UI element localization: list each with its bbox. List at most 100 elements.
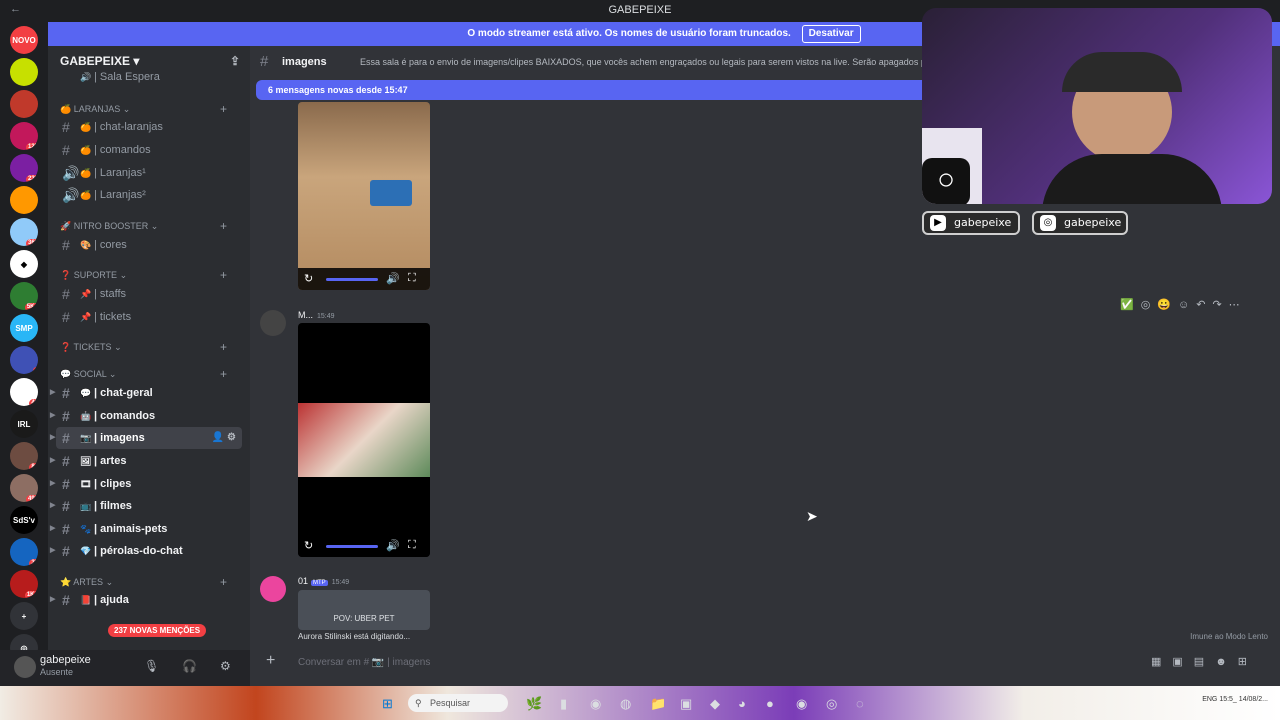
message-input[interactable]: Conversar em # 📷 | imagens: [298, 657, 430, 668]
fullscreen-icon[interactable]: ⛶: [408, 539, 416, 552]
message-composer[interactable]: + Conversar em # 📷 | imagens ▦▣▤☻⊞: [260, 650, 1272, 676]
channel-animais-pets[interactable]: ▶ # 🐾 | animais-pets: [50, 518, 242, 540]
avatar[interactable]: [14, 656, 36, 678]
video-attachment[interactable]: ↻ 🔊 ⛶: [298, 323, 430, 557]
date[interactable]: 14/08/2...: [1239, 696, 1268, 703]
server-icon[interactable]: SMP: [10, 314, 38, 342]
replay-icon[interactable]: ↻: [304, 539, 313, 552]
video-progress-bar[interactable]: [326, 545, 378, 548]
channel-clipes[interactable]: ▶ # 🎞 | clipes: [50, 473, 242, 495]
app-icon[interactable]: ▣: [680, 696, 692, 712]
channel-tickets[interactable]: # 📌 | tickets: [56, 306, 242, 328]
clock[interactable]: 15:5_: [1219, 696, 1237, 703]
server-icon[interactable]: SdS'v: [10, 506, 38, 534]
server-icon[interactable]: 490: [10, 474, 38, 502]
language-indicator[interactable]: ENG: [1202, 696, 1217, 703]
channel-perolas-do-chat[interactable]: ▶ # 💎 | pérolas-do-chat: [50, 540, 242, 562]
server-icon[interactable]: 363: [10, 218, 38, 246]
server-icon[interactable]: ◆: [10, 250, 38, 278]
microphone-icon[interactable]: 🎙: [144, 659, 159, 673]
channel-comandos-social[interactable]: ▶ # 🤖 | comandos: [50, 405, 242, 427]
message-author[interactable]: M...: [298, 310, 313, 320]
windows-start-icon[interactable]: ⊞: [382, 696, 393, 712]
server-icon[interactable]: IRL: [10, 410, 38, 438]
app-icon[interactable]: 🌿: [526, 696, 542, 712]
channel-chat-geral[interactable]: ▶ # 💬 | chat-geral: [50, 382, 242, 404]
server-icon[interactable]: NOVO: [10, 26, 38, 54]
server-icon[interactable]: 32: [10, 538, 38, 566]
server-icon[interactable]: 84: [10, 442, 38, 470]
app-icon[interactable]: ◍: [620, 696, 631, 712]
discord-icon[interactable]: ◕: [738, 696, 746, 711]
avatar[interactable]: [260, 576, 286, 602]
channel-filmes[interactable]: ▶ # 📺 | filmes: [50, 495, 242, 517]
category-nitro-booster[interactable]: 🚀 NITRO BOOSTER ⌄ +: [60, 219, 227, 233]
add-channel-icon[interactable]: +: [220, 219, 227, 233]
chrome-icon[interactable]: ◉: [590, 696, 601, 712]
server-icon[interactable]: 42: [10, 378, 38, 406]
channel-laranjas-2[interactable]: 🔊 🍊 | Laranjas²: [56, 184, 242, 206]
server-icon[interactable]: [10, 58, 38, 86]
category-social[interactable]: 💬 SOCIAL ⌄ +: [60, 367, 227, 381]
message-actions[interactable]: ✅◎😀☺↶↷⋯: [1120, 298, 1247, 311]
replay-icon[interactable]: ↻: [304, 272, 313, 285]
avatar[interactable]: [260, 310, 286, 336]
composer-tools[interactable]: ▦▣▤☻⊞: [1151, 655, 1258, 668]
app-icon[interactable]: ◆: [710, 696, 720, 712]
server-icon[interactable]: [10, 186, 38, 214]
channel-topic[interactable]: Essa sala é para o envio de imagens/clip…: [360, 57, 938, 67]
channel-cores[interactable]: # 🎨 | cores: [56, 234, 242, 256]
gear-icon[interactable]: ⚙: [220, 659, 231, 673]
add-channel-icon[interactable]: +: [220, 340, 227, 354]
channel-laranjas-1[interactable]: 🔊 🍊 | Laranjas¹: [56, 162, 242, 184]
add-channel-icon[interactable]: +: [220, 367, 227, 381]
add-channel-icon[interactable]: +: [220, 102, 227, 116]
category-artes[interactable]: ⭐ ARTES ⌄ +: [60, 575, 227, 589]
system-tray[interactable]: ENG 15:5_ 14/08/2...: [1202, 696, 1268, 703]
add-channel-icon[interactable]: +: [220, 575, 227, 589]
server-icon[interactable]: 1K+: [10, 570, 38, 598]
server-icon[interactable]: 5K+: [10, 282, 38, 310]
video-progress-bar[interactable]: [326, 278, 378, 281]
taskbar-search[interactable]: ⚲ Pesquisar: [408, 694, 508, 712]
channel-ajuda[interactable]: ▶ # 📕 | ajuda: [50, 589, 242, 611]
folder-icon[interactable]: 📁: [650, 696, 666, 712]
spotify-icon[interactable]: ●: [766, 696, 774, 711]
new-mentions-pill[interactable]: 237 NOVAS MENÇÕES: [108, 624, 207, 637]
invite-icon[interactable]: ⇪: [230, 54, 240, 68]
video-attachment[interactable]: ↻ 🔊 ⛶: [298, 102, 430, 290]
unread-arrow-icon: ▶: [50, 596, 56, 603]
new-messages-bar[interactable]: 6 mensagens novas desde 15:47: [256, 80, 956, 100]
volume-icon[interactable]: 🔊: [386, 272, 400, 285]
headset-icon[interactable]: 🎧: [182, 659, 197, 673]
obs-icon[interactable]: ◎: [826, 696, 837, 712]
username[interactable]: gabepeixe: [40, 654, 91, 666]
category-laranjas[interactable]: 🍊 LARANJAS ⌄ +: [60, 102, 227, 116]
app-icon[interactable]: ◌: [856, 696, 864, 711]
message-author[interactable]: 01: [298, 576, 308, 586]
category-suporte[interactable]: ❓ SUPORTE ⌄ +: [60, 268, 227, 282]
channel-staffs[interactable]: # 📌 | staffs: [56, 283, 242, 305]
fullscreen-icon[interactable]: ⛶: [408, 272, 416, 285]
app-icon[interactable]: ◉: [796, 696, 807, 712]
server-icon[interactable]: [10, 90, 38, 118]
channel-imagens[interactable]: ▶ # 📷 | imagens 👤 ⚙: [50, 427, 242, 449]
app-icon[interactable]: ▮: [560, 696, 567, 712]
channel-artes[interactable]: ▶ # 🖼 | artes: [50, 450, 242, 472]
channel-comandos-laranjas[interactable]: # 🍊 | comandos: [56, 139, 242, 161]
server-icon[interactable]: 125: [10, 122, 38, 150]
server-icon[interactable]: +: [10, 602, 38, 630]
channel-chat-laranjas[interactable]: # 🍊 | chat-laranjas: [56, 116, 242, 138]
server-icon[interactable]: 239: [10, 154, 38, 182]
guild-name[interactable]: GABEPEIXE ▾: [60, 54, 139, 68]
server-icon[interactable]: 4: [10, 346, 38, 374]
category-tickets[interactable]: ❓ TICKETS ⌄ +: [60, 340, 227, 354]
unread-arrow-icon: ▶: [50, 547, 56, 554]
disable-streamer-button[interactable]: Desativar: [801, 25, 861, 43]
add-channel-icon[interactable]: +: [220, 268, 227, 282]
channel-sala-espera[interactable]: 🔊 | Sala Espera: [56, 70, 242, 84]
volume-icon[interactable]: 🔊: [386, 539, 400, 552]
channel-settings-icon[interactable]: 👤 ⚙: [212, 427, 236, 449]
upload-plus-icon[interactable]: +: [266, 652, 275, 670]
video-attachment[interactable]: POV: UBER PET: [298, 590, 430, 630]
